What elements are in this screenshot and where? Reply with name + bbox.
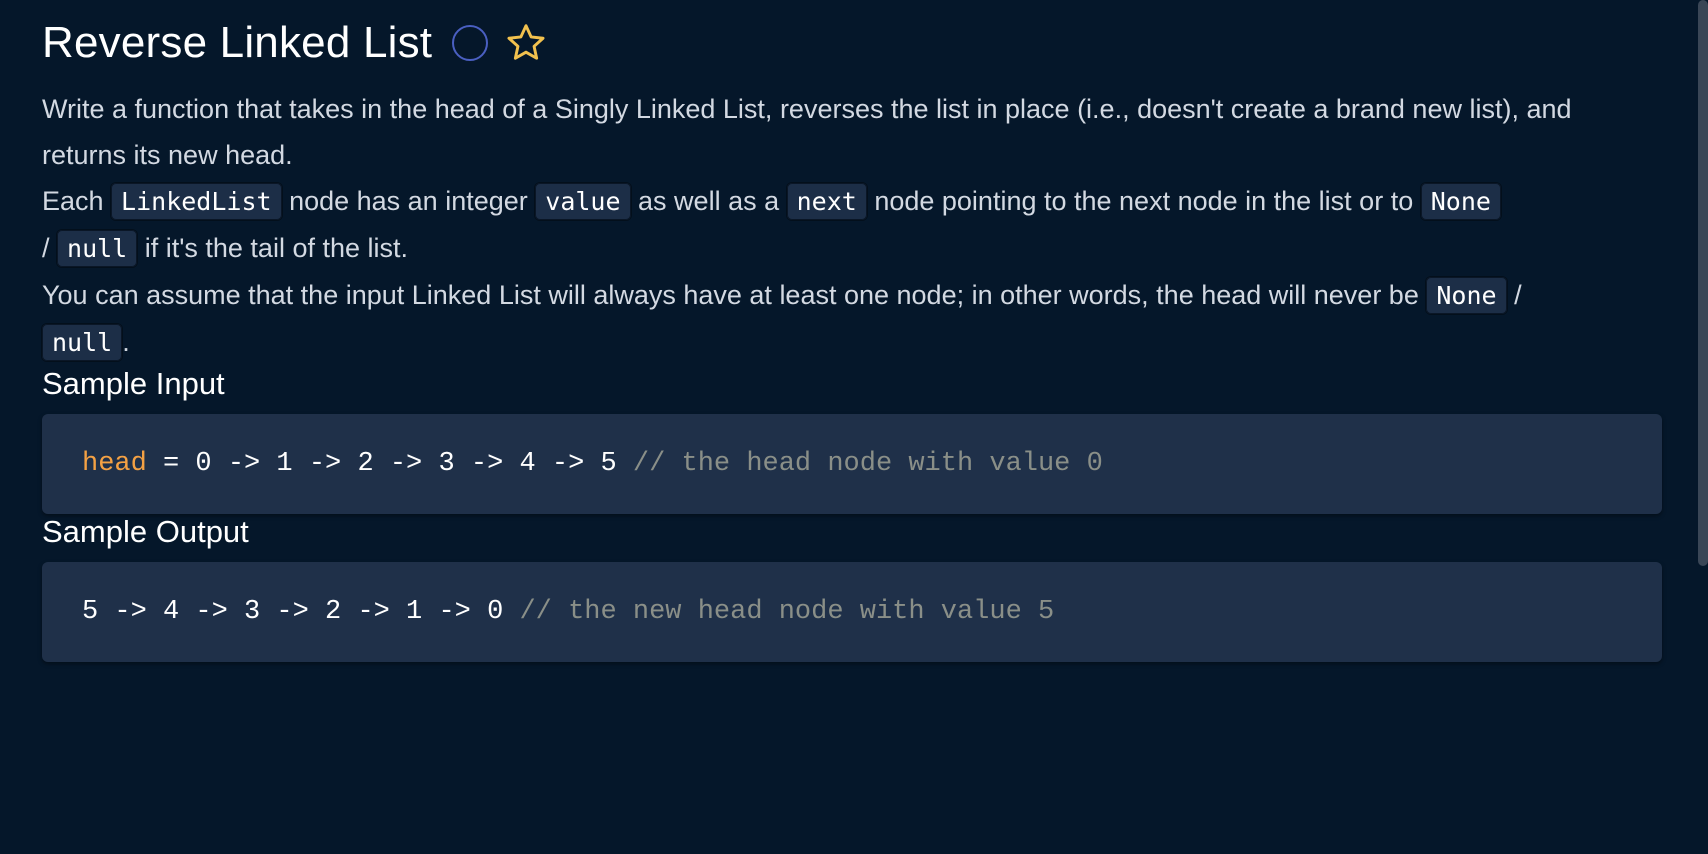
description-paragraph-3: You can assume that the input Linked Lis…: [42, 272, 1662, 366]
code-text: = 0 -> 1 -> 2 -> 3 -> 4 -> 5: [146, 449, 633, 479]
sample-output-code-block[interactable]: 5 -> 4 -> 3 -> 2 -> 1 -> 0 // the new he…: [42, 562, 1662, 662]
completion-status-icon[interactable]: [452, 25, 489, 61]
inline-code: LinkedList: [111, 183, 282, 220]
text-segment: .: [122, 327, 130, 357]
inline-code: value: [535, 183, 631, 220]
page-title: Reverse Linked List: [42, 18, 433, 67]
description-paragraph-1: Write a function that takes in the head …: [42, 94, 1572, 170]
text-segment: node pointing to the next node in the li…: [866, 186, 1421, 216]
text-segment: if it's the tail of the list.: [137, 233, 408, 263]
code-comment: // the new head node with value 5: [519, 597, 1055, 627]
vertical-scrollbar[interactable]: [1698, 0, 1708, 566]
text-segment: node has an integer: [281, 186, 536, 216]
star-icon[interactable]: [504, 21, 548, 65]
code-keyword: head: [82, 449, 147, 479]
text-segment: You can assume that the input Linked Lis…: [42, 280, 1427, 310]
text-segment: /: [42, 233, 58, 263]
text-segment: /: [1506, 280, 1522, 310]
inline-code: None: [1426, 277, 1507, 314]
inline-code: None: [1420, 183, 1501, 220]
sample-input-code-block[interactable]: head = 0 -> 1 -> 2 -> 3 -> 4 -> 5 // the…: [42, 414, 1662, 514]
code-text: 5 -> 4 -> 3 -> 2 -> 1 -> 0: [82, 597, 520, 627]
sample-input-heading: Sample Input: [42, 366, 225, 401]
inline-code: next: [786, 183, 867, 220]
inline-code: null: [57, 230, 138, 267]
inline-code: null: [42, 324, 123, 361]
code-comment: // the head node with value 0: [632, 449, 1103, 479]
text-segment: as well as a: [630, 186, 787, 216]
description-paragraph-2: Each LinkedList node has an integer valu…: [42, 178, 1662, 272]
text-segment: Each: [42, 186, 112, 216]
problem-content: Reverse Linked List Write a function tha…: [42, 0, 1662, 662]
title-row: Reverse Linked List: [42, 0, 1662, 86]
sample-output-heading: Sample Output: [42, 514, 249, 549]
